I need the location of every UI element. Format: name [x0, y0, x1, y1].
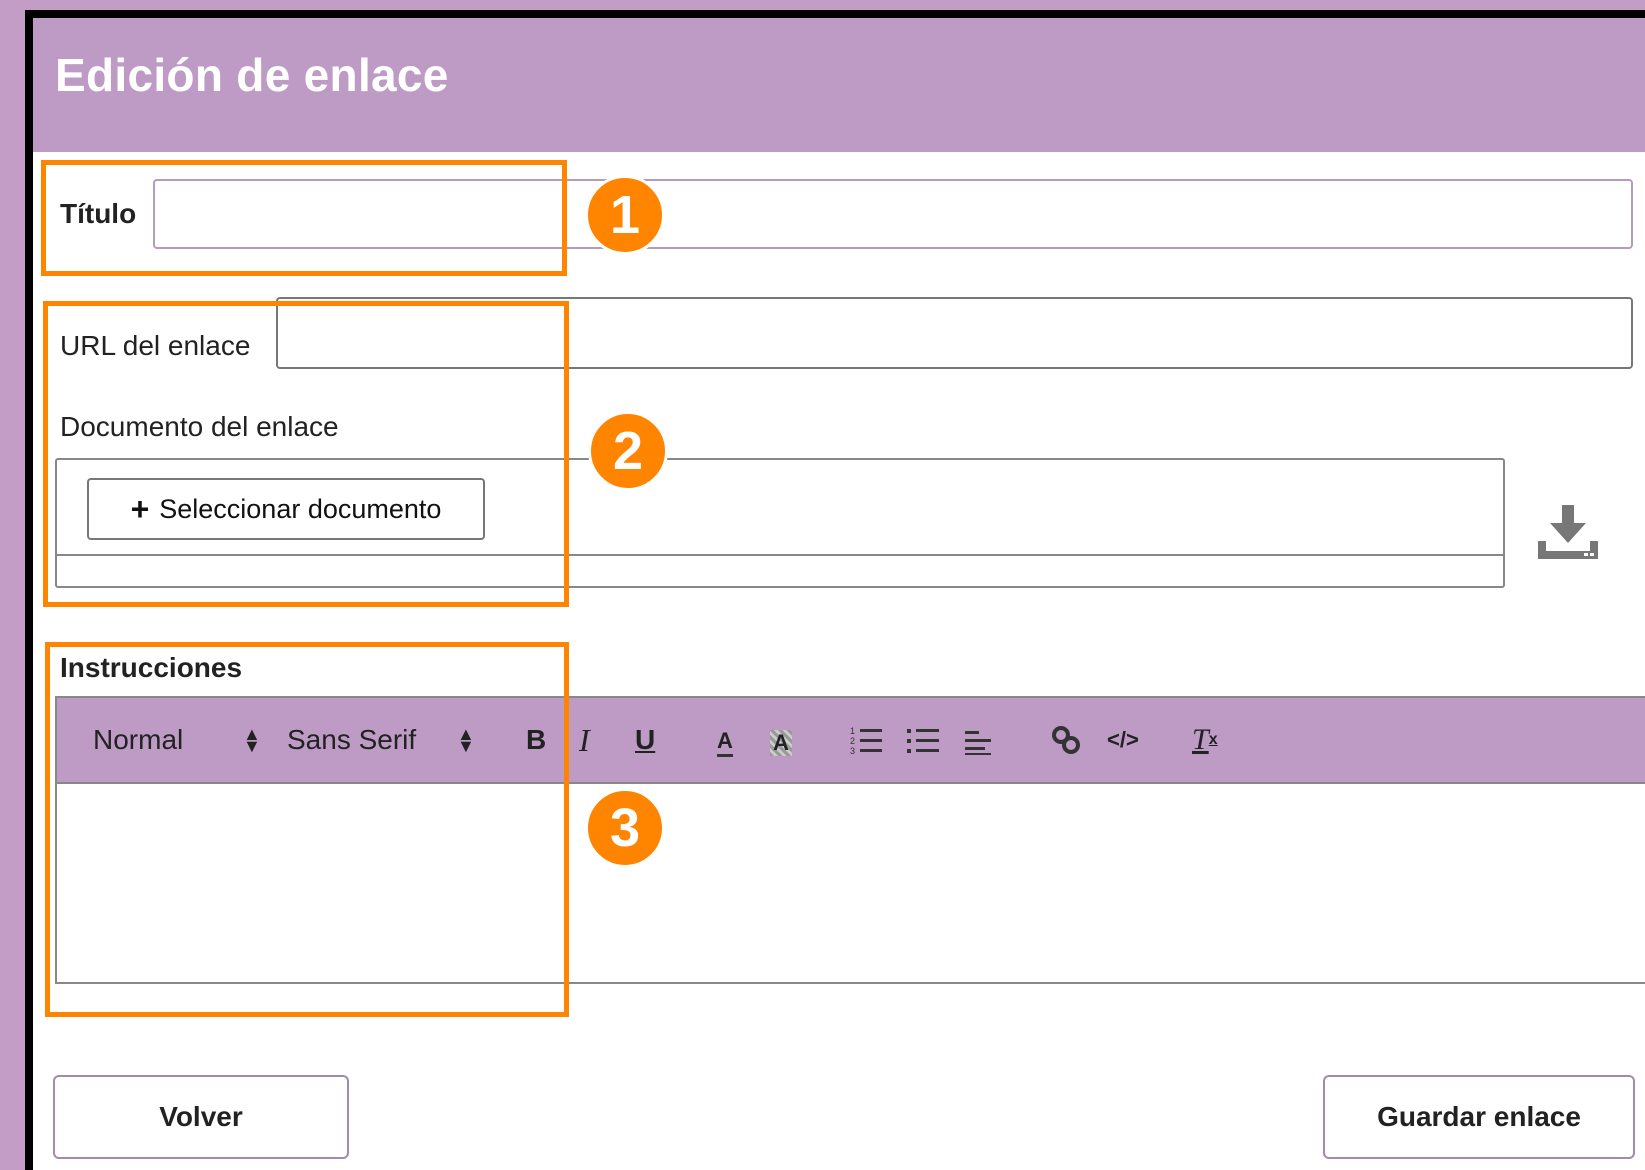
save-button-label: Guardar enlace: [1377, 1101, 1581, 1132]
bold-button[interactable]: B: [526, 720, 546, 760]
back-button-label: Volver: [159, 1101, 243, 1132]
editor-toolbar: Normal ▲ ▼ Sans Serif ▲ ▼ B I U A A 1 2 …: [57, 698, 1645, 784]
link-icon[interactable]: [1051, 720, 1081, 760]
format-select-value: Normal: [93, 724, 184, 755]
font-color-icon: A: [717, 728, 733, 753]
background-color-button[interactable]: A: [770, 730, 792, 756]
underline-icon: U: [635, 724, 656, 755]
ordered-list-icon[interactable]: 1 2 3: [850, 720, 884, 760]
clear-format-icon[interactable]: Tx: [1192, 720, 1218, 760]
editor-content-area[interactable]: [57, 784, 1645, 982]
title-input[interactable]: [155, 181, 1631, 247]
dialog-header: Edición de enlace: [33, 18, 1645, 152]
document-label: Documento del enlace: [60, 411, 339, 442]
download-icon[interactable]: [1536, 503, 1600, 563]
select-arrows-icon: ▲ ▼: [457, 724, 475, 756]
select-document-button[interactable]: + Seleccionar documento: [87, 478, 485, 540]
document-box: + Seleccionar documento: [55, 458, 1505, 588]
font-select-value: Sans Serif: [287, 724, 417, 755]
bullet-list-icon[interactable]: [907, 720, 941, 760]
annotation-marker-2: 2: [588, 411, 668, 491]
back-button[interactable]: Volver: [53, 1075, 349, 1159]
url-input[interactable]: [278, 299, 1631, 367]
background-color-icon: A: [773, 730, 789, 755]
dialog-title: Edición de enlace: [55, 49, 449, 101]
select-arrows-icon: ▲ ▼: [243, 724, 261, 756]
underline-button[interactable]: U: [635, 720, 655, 760]
document-box-divider: [57, 554, 1503, 556]
svg-text:2: 2: [850, 736, 855, 746]
title-label: Título: [60, 198, 137, 229]
format-select[interactable]: Normal ▲ ▼: [93, 720, 268, 760]
rich-text-editor: Normal ▲ ▼ Sans Serif ▲ ▼ B I U A A 1 2 …: [55, 696, 1645, 984]
svg-text:1: 1: [850, 726, 855, 736]
select-document-label: Seleccionar documento: [159, 493, 442, 524]
svg-text:3: 3: [850, 746, 855, 756]
italic-button[interactable]: I: [579, 720, 590, 760]
annotation-marker-3: 3: [585, 788, 665, 868]
annotation-marker-1: 1: [585, 175, 665, 255]
title-field-wrapper: [153, 179, 1633, 249]
url-label: URL del enlace: [60, 330, 251, 361]
code-icon[interactable]: </>: [1107, 720, 1139, 760]
font-color-button[interactable]: A: [717, 728, 733, 757]
instructions-label: Instrucciones: [60, 652, 243, 683]
plus-icon: +: [130, 491, 150, 527]
bold-icon: B: [526, 724, 547, 755]
link-edit-dialog: Edición de enlace Título URL del enlace …: [33, 18, 1645, 1170]
font-select[interactable]: Sans Serif ▲ ▼: [287, 720, 482, 760]
align-icon[interactable]: [963, 720, 997, 760]
save-link-button[interactable]: Guardar enlace: [1323, 1075, 1635, 1159]
url-field-wrapper: [276, 297, 1633, 369]
italic-icon: I: [579, 721, 590, 758]
